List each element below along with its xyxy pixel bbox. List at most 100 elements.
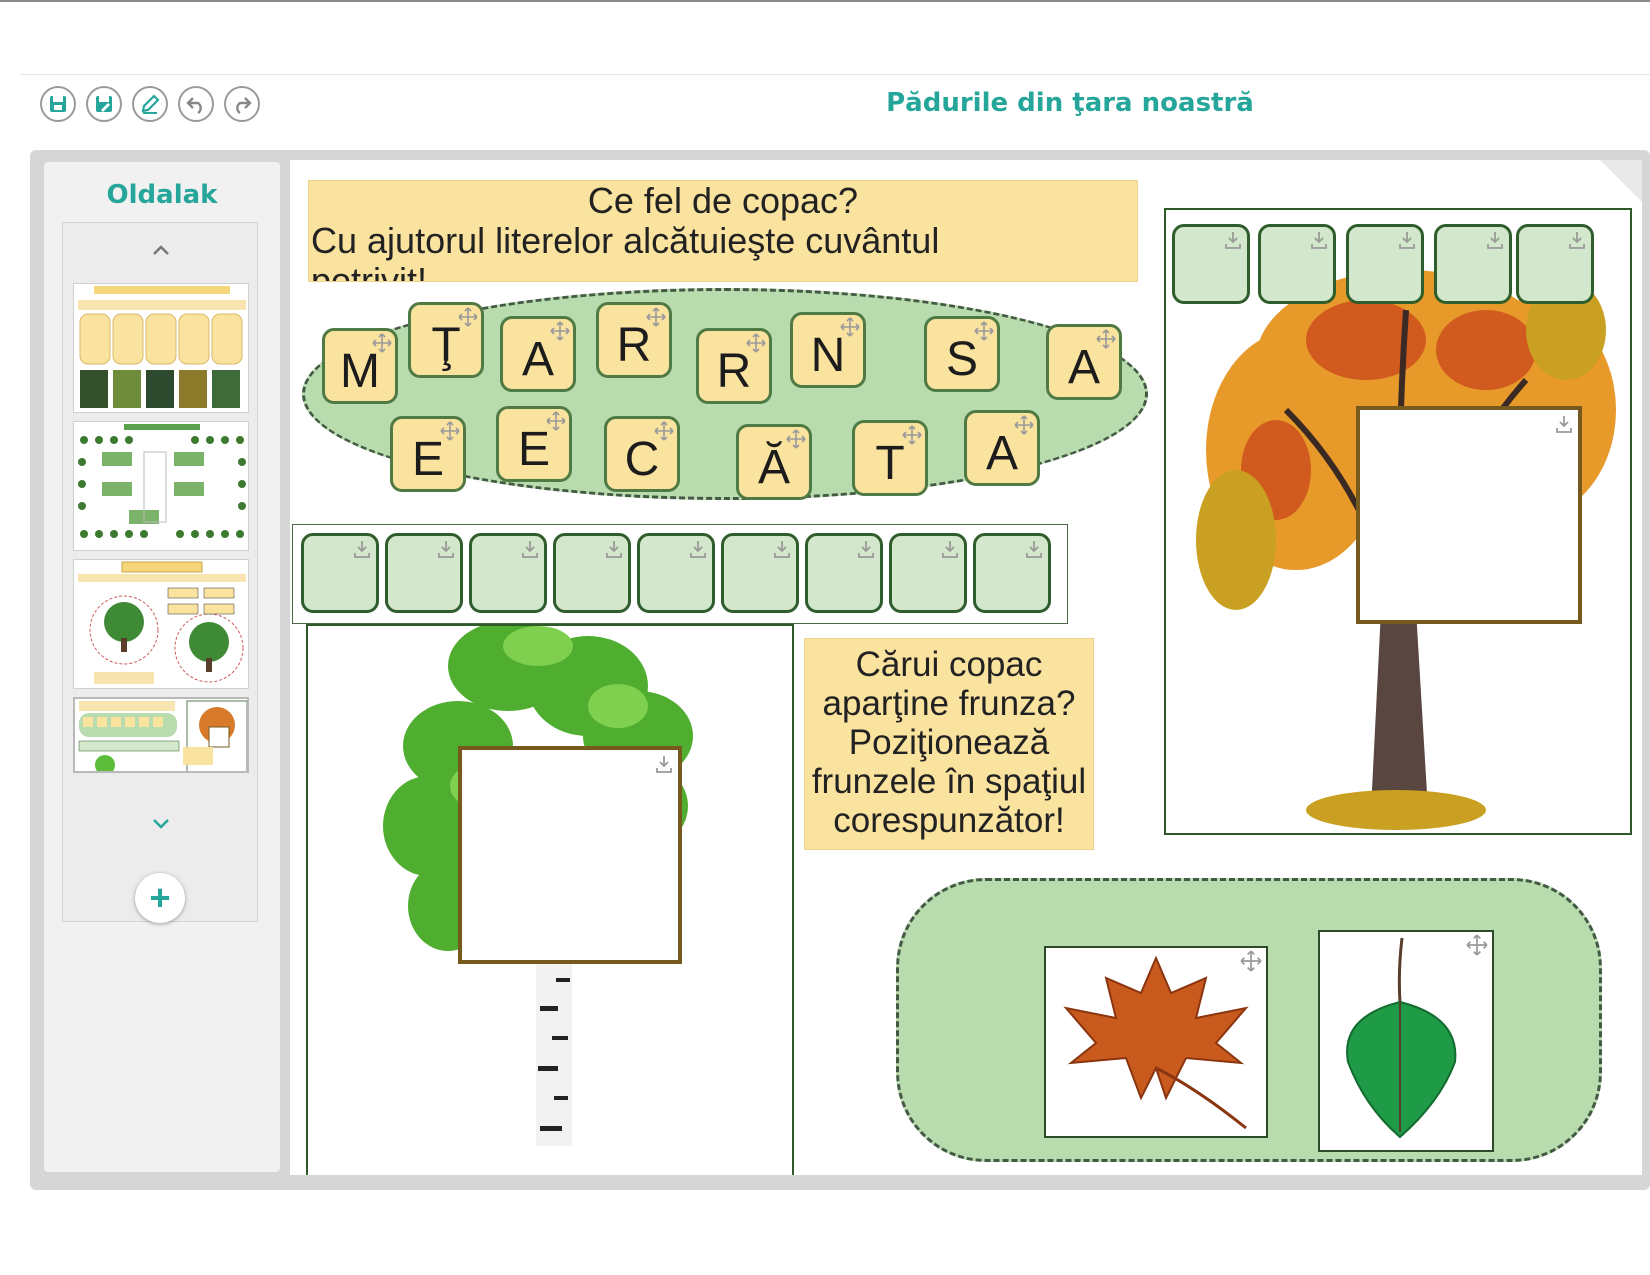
move-icon — [746, 333, 766, 353]
header-divider — [20, 74, 1650, 75]
instruction-box-1[interactable]: Ce fel de copac? Cu ajutorul literelor a… — [308, 180, 1138, 282]
letter-slot[interactable] — [889, 533, 967, 613]
pencil-icon — [141, 94, 160, 114]
answer-slot-row — [292, 524, 1068, 624]
instruction-1-line1: Ce fel de copac? — [587, 180, 859, 221]
letter-slot[interactable] — [1516, 224, 1594, 304]
page-corner-fold — [1600, 160, 1642, 202]
drop-target-icon — [1399, 232, 1415, 249]
move-icon — [786, 429, 806, 449]
letter-tile[interactable]: R — [696, 328, 772, 404]
chevron-down-icon[interactable] — [151, 813, 171, 833]
move-icon — [1466, 934, 1488, 956]
letter-slot[interactable] — [469, 533, 547, 613]
move-icon — [646, 307, 666, 327]
pages-sidebar: Oldalak + — [44, 162, 280, 1172]
letter-tile[interactable]: R — [596, 302, 672, 378]
letter-slot[interactable] — [1434, 224, 1512, 304]
drop-target-icon — [1487, 232, 1503, 249]
drop-target-icon — [1026, 541, 1042, 558]
maple-tree-panel — [1164, 208, 1632, 835]
drop-target-icon — [942, 541, 958, 558]
instruction-2-line2: aparţine frunza? — [822, 684, 1076, 723]
letter-slot[interactable] — [805, 533, 883, 613]
letter-tile[interactable]: M — [322, 328, 398, 404]
letter-slot[interactable] — [385, 533, 463, 613]
page-thumbnails[interactable]: + — [62, 222, 258, 923]
drop-target-icon — [1569, 232, 1585, 249]
move-icon — [458, 307, 478, 327]
move-icon — [440, 421, 460, 441]
letter-tile[interactable]: N — [790, 312, 866, 388]
letter-slot[interactable] — [973, 533, 1051, 613]
move-icon — [1240, 950, 1262, 972]
letter-tile[interactable]: E — [496, 406, 572, 482]
instruction-box-2[interactable]: Cărui copac aparţine frunza? Poziţioneaz… — [804, 638, 1094, 850]
letter-tile[interactable]: Ă — [736, 424, 812, 500]
edit-button[interactable] — [132, 86, 168, 122]
undo-icon — [186, 97, 202, 114]
letter-tile[interactable]: S — [924, 316, 1000, 392]
drop-target-icon — [606, 541, 622, 558]
chevron-up-icon[interactable] — [151, 241, 171, 261]
sidebar-title: Oldalak — [106, 180, 218, 210]
birch-leaf-card[interactable] — [1318, 930, 1494, 1152]
letter-slot[interactable] — [637, 533, 715, 613]
top-border — [0, 0, 1650, 2]
page-thumbnail-4[interactable] — [73, 697, 249, 773]
maple-leaf-card[interactable] — [1044, 946, 1268, 1138]
page-thumbnail-3[interactable] — [73, 559, 249, 689]
floppy-edit-icon — [96, 96, 112, 112]
letter-tile[interactable]: E — [390, 416, 466, 492]
maple-drop-zone[interactable] — [1356, 406, 1582, 624]
letter-slot[interactable] — [1258, 224, 1336, 304]
letter-tile[interactable]: A — [964, 410, 1040, 486]
instruction-2-line1: Cărui copac — [855, 645, 1043, 684]
letter-slot[interactable] — [1346, 224, 1424, 304]
move-icon — [902, 425, 922, 445]
save-button[interactable] — [40, 86, 76, 122]
floppy-icon — [50, 96, 66, 112]
letter-tile[interactable]: A — [1046, 324, 1122, 400]
instruction-1-line3: potrivit! — [311, 260, 428, 282]
instruction-2-line5: corespunzător! — [833, 801, 1065, 840]
undo-button[interactable] — [178, 86, 214, 122]
move-icon — [654, 421, 674, 441]
letter-slot[interactable] — [301, 533, 379, 613]
birch-drop-zone[interactable] — [458, 746, 682, 964]
letter-slot[interactable] — [721, 533, 799, 613]
letter-tile[interactable]: A — [500, 316, 576, 392]
move-icon — [1096, 329, 1116, 349]
add-page-button[interactable]: + — [135, 873, 185, 923]
birch-tree-panel — [306, 624, 794, 1175]
move-icon — [550, 321, 570, 341]
drop-target-icon — [774, 541, 790, 558]
instruction-2-line3: Poziţionează — [848, 723, 1050, 762]
birch-leaf-image — [1346, 937, 1457, 1139]
letter-tile[interactable]: Ţ — [408, 302, 484, 378]
page-thumbnail-2[interactable] — [73, 421, 249, 551]
drop-target-icon — [858, 541, 874, 558]
letter-slot[interactable] — [553, 533, 631, 613]
instruction-2-line4: frunzele în spaţiul — [811, 762, 1087, 801]
move-icon — [974, 321, 994, 341]
drop-target-icon — [1556, 416, 1572, 433]
drop-target-icon — [1225, 232, 1241, 249]
letter-tile[interactable]: C — [604, 416, 680, 492]
drop-target-icon — [522, 541, 538, 558]
redo-button[interactable] — [224, 86, 260, 122]
drop-target-icon — [656, 756, 672, 773]
page-title: Pădurile din ţara noastră — [886, 88, 1254, 118]
instruction-1-line2: Cu ajutorul literelor alcătuieşte cuvânt… — [311, 220, 940, 261]
toolbar — [40, 86, 260, 122]
drop-target-icon — [1311, 232, 1327, 249]
letter-tile[interactable]: T — [852, 420, 928, 496]
letter-slot[interactable] — [1172, 224, 1250, 304]
worksheet-canvas: Ce fel de copac? Cu ajutorul literelor a… — [290, 160, 1642, 1175]
page-thumbnail-1[interactable] — [73, 283, 249, 413]
drop-target-icon — [690, 541, 706, 558]
redo-icon — [236, 97, 252, 114]
maple-leaf-image — [1063, 955, 1249, 1130]
save-as-button[interactable] — [86, 86, 122, 122]
drop-target-icon — [438, 541, 454, 558]
